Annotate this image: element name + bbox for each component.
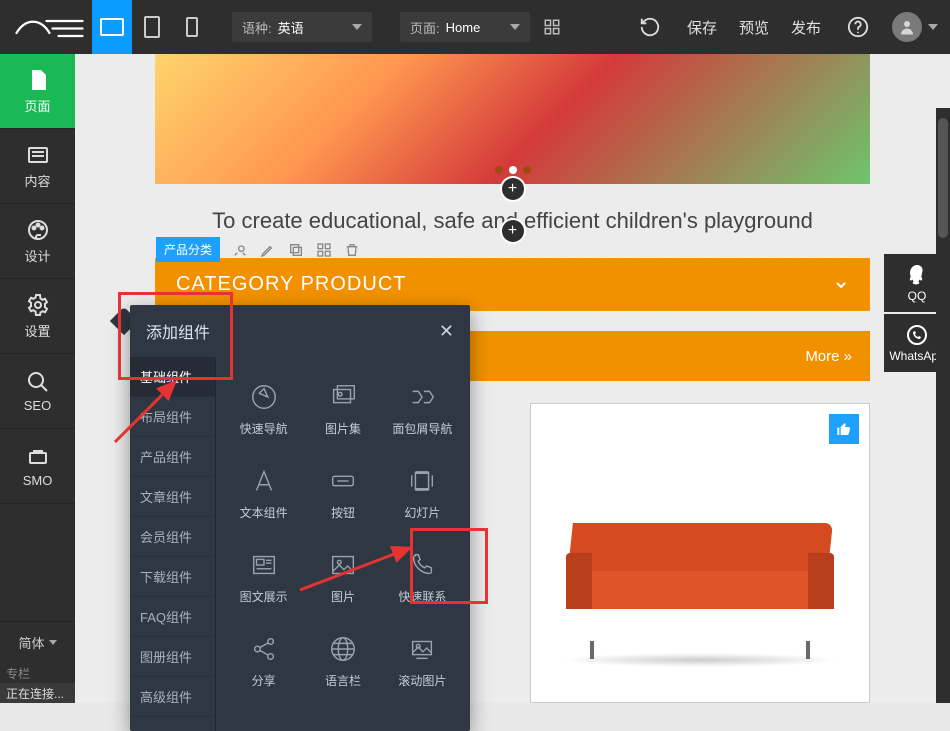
trash-icon[interactable] [344, 242, 360, 258]
widget-grid: 快速导航 图片集 面包屑导航 文本组件 按钮 [216, 357, 470, 731]
rail-item-page[interactable]: 页面 [0, 54, 75, 129]
hero-banner[interactable] [155, 54, 870, 184]
chevron-down-icon [928, 24, 938, 30]
rail-item-smo[interactable]: SMO [0, 429, 75, 504]
vertical-scrollbar[interactable] [936, 108, 950, 703]
rail-label: SEO [24, 398, 51, 413]
like-badge[interactable] [829, 414, 859, 444]
rail-item-seo[interactable]: SEO [0, 354, 75, 429]
product-card[interactable] [530, 403, 870, 703]
language-value: 英语 [278, 18, 340, 37]
preview-button[interactable]: 预览 [728, 0, 780, 54]
widget-category-basic[interactable]: 基础组件 [130, 357, 215, 397]
desktop-icon [100, 18, 124, 36]
widget-toolbar: 产品分类 [156, 237, 372, 262]
rail-label: 内容 [24, 171, 50, 190]
user-avatar[interactable] [892, 12, 922, 42]
widget-type-tag: 产品分类 [156, 237, 220, 262]
language-select[interactable]: 语种: 英语 [232, 12, 372, 42]
widget-category-download[interactable]: 下载组件 [130, 557, 215, 597]
widget-category-layout[interactable]: 布局组件 [130, 397, 215, 437]
brand-logo [8, 9, 88, 45]
widget-text[interactable]: 文本组件 [224, 451, 303, 535]
copy-icon[interactable] [288, 242, 304, 258]
left-rail: 页面 内容 设计 设置 SEO SMO 简体 专栏 [0, 54, 75, 683]
phone-icon [186, 17, 198, 37]
widget-category-advanced[interactable]: 高级组件 [130, 677, 215, 717]
close-icon[interactable]: ✕ [439, 321, 454, 342]
rail-label: 页面 [24, 96, 50, 115]
widget-image-set[interactable]: 图片集 [303, 367, 382, 451]
device-tabs [92, 0, 212, 54]
chevron-down-icon [510, 24, 520, 30]
edit-icon[interactable] [260, 242, 276, 258]
widget-slideshow[interactable]: 幻灯片 [383, 451, 462, 535]
category-title: CATEGORY PRODUCT [176, 273, 406, 296]
widget-language-bar[interactable]: 语言栏 [303, 619, 382, 703]
grid-toggle-button[interactable] [538, 13, 566, 41]
more-label: More » [805, 348, 852, 365]
chevron-down-icon[interactable] [833, 277, 849, 293]
widget-category-member[interactable]: 会员组件 [130, 517, 215, 557]
device-desktop-tab[interactable] [92, 0, 132, 54]
status-text: 正在连接... [6, 685, 64, 702]
widget-breadcrumb[interactable]: 面包屑导航 [383, 367, 462, 451]
rail-item-content[interactable]: 内容 [0, 129, 75, 204]
add-section-above-button[interactable]: + [502, 178, 524, 200]
settings-icon[interactable] [232, 242, 248, 258]
page-value: Home [446, 20, 498, 35]
widget-button[interactable]: 按钮 [303, 451, 382, 535]
widget-category-product[interactable]: 产品组件 [130, 437, 215, 477]
page-label: 页面: [410, 18, 440, 37]
widget-scroll-image[interactable]: 滚动图片 [383, 619, 462, 703]
ui-language-switch[interactable]: 简体 [0, 621, 75, 663]
rail-item-column[interactable]: 专栏 [0, 663, 75, 683]
ui-language-label: 简体 [18, 633, 44, 652]
save-button[interactable]: 保存 [676, 0, 728, 54]
add-widget-popover-anchor: 添加组件 ✕ 基础组件 布局组件 产品组件 文章组件 会员组件 下载组件 FAQ… [130, 305, 470, 731]
product-image [570, 523, 830, 643]
popover-title: 添加组件 [146, 319, 210, 343]
widget-category-faq[interactable]: FAQ组件 [130, 597, 215, 637]
widget-category-article[interactable]: 文章组件 [130, 477, 215, 517]
hero-pagination[interactable] [155, 166, 870, 174]
widget-category-list: 基础组件 布局组件 产品组件 文章组件 会员组件 下载组件 FAQ组件 图册组件… [130, 357, 216, 731]
publish-button[interactable]: 发布 [780, 0, 832, 54]
widget-share[interactable]: 分享 [224, 619, 303, 703]
rail-item-design[interactable]: 设计 [0, 204, 75, 279]
device-phone-tab[interactable] [172, 0, 212, 54]
category-widget[interactable]: 产品分类 CATEGORY PRODUCT [155, 258, 870, 311]
rail-label: SMO [23, 473, 53, 488]
chevron-down-icon [49, 640, 57, 645]
widget-image[interactable]: 图片 [303, 535, 382, 619]
help-button[interactable] [832, 0, 884, 54]
language-label: 语种: [242, 18, 272, 37]
rail-label: 设置 [24, 321, 50, 340]
add-widget-popover: 添加组件 ✕ 基础组件 布局组件 产品组件 文章组件 会员组件 下载组件 FAQ… [130, 305, 470, 731]
page-select[interactable]: 页面: Home [400, 12, 530, 42]
topbar: 语种: 英语 页面: Home 保存 预览 发布 [0, 0, 950, 54]
device-tablet-tab[interactable] [132, 0, 172, 54]
widget-category-gallery[interactable]: 图册组件 [130, 637, 215, 677]
widget-quick-nav[interactable]: 快速导航 [224, 367, 303, 451]
rail-label: 设计 [24, 246, 50, 265]
widget-quick-contact[interactable]: 快速联系 [383, 535, 462, 619]
add-section-below-button[interactable]: + [502, 220, 524, 242]
widget-image-text[interactable]: 图文展示 [224, 535, 303, 619]
rail-item-settings[interactable]: 设置 [0, 279, 75, 354]
undo-button[interactable] [624, 0, 676, 54]
contact-label: QQ [908, 289, 927, 303]
grid-icon[interactable] [316, 242, 332, 258]
tablet-icon [144, 16, 160, 38]
chevron-down-icon [352, 24, 362, 30]
